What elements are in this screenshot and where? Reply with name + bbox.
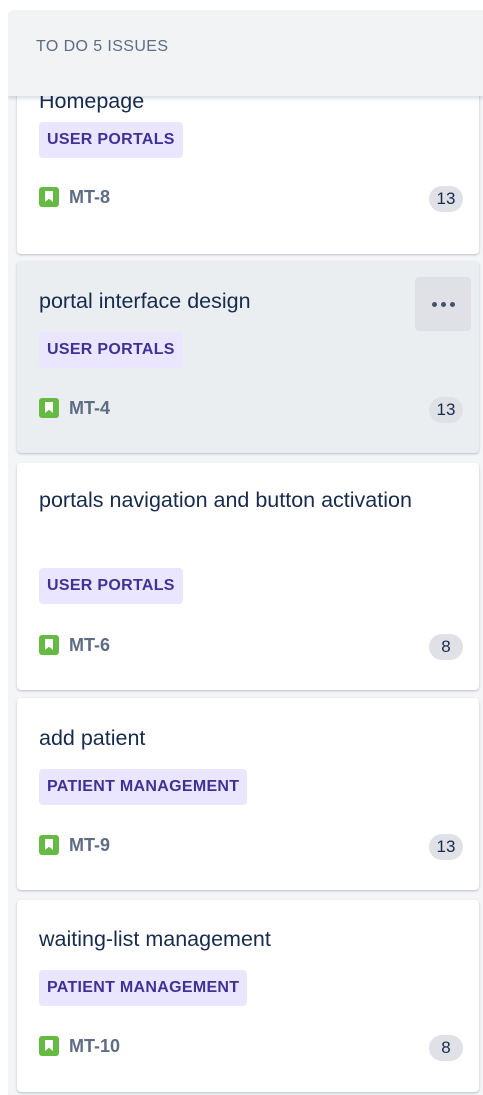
issue-key-text: MT-9 (69, 834, 111, 855)
story-points-badge: 13 (429, 397, 463, 423)
story-icon (39, 1036, 59, 1056)
epic-label: PATIENT MANAGEMENT (39, 970, 248, 1006)
issue-key-text: MT-6 (69, 634, 111, 655)
issue-key[interactable]: MT-4 (39, 395, 110, 421)
epic-label: PATIENT MANAGEMENT (39, 769, 248, 805)
card-summary: add patient (39, 726, 146, 750)
column-title: TO DO 5 ISSUES (36, 38, 169, 55)
issue-key[interactable]: MT-8 (39, 184, 110, 210)
epic-label: USER PORTALS (39, 332, 183, 368)
card-summary: portal interface design (39, 289, 251, 313)
story-icon (39, 187, 59, 207)
issue-key-text: MT-10 (69, 1035, 121, 1056)
issue-card-mt-10[interactable]: waiting-list management PATIENT MANAGEME… (17, 900, 479, 1092)
more-horizontal-icon[interactable] (415, 277, 471, 331)
story-points-badge: 13 (429, 834, 463, 860)
issue-card-mt-4[interactable]: portal interface design USER PORTALS MT-… (17, 261, 479, 453)
issue-key[interactable]: MT-6 (39, 632, 110, 658)
epic-label: USER PORTALS (39, 122, 183, 158)
card-summary: waiting-list management (39, 927, 271, 951)
issue-key[interactable]: MT-9 (39, 832, 110, 858)
story-icon (39, 635, 59, 655)
issue-key-text: MT-4 (69, 397, 111, 418)
issue-card-mt-9[interactable]: add patient PATIENT MANAGEMENT MT-9 13 (17, 698, 479, 890)
todo-column: TO DO 5 ISSUES Homepage USER PORTALS MT-… (8, 10, 483, 1095)
story-icon (39, 398, 59, 418)
card-summary: portals navigation and button activation (39, 488, 412, 512)
story-icon (39, 835, 59, 855)
issue-card-mt-6[interactable]: portals navigation and button activation… (17, 463, 479, 690)
epic-label: USER PORTALS (39, 568, 183, 604)
column-header: TO DO 5 ISSUES (8, 10, 483, 96)
story-points-badge: 8 (429, 634, 463, 660)
issue-key-text: MT-8 (69, 186, 111, 207)
issue-key[interactable]: MT-10 (39, 1033, 120, 1059)
story-points-badge: 8 (429, 1035, 463, 1061)
story-points-badge: 13 (429, 186, 463, 212)
